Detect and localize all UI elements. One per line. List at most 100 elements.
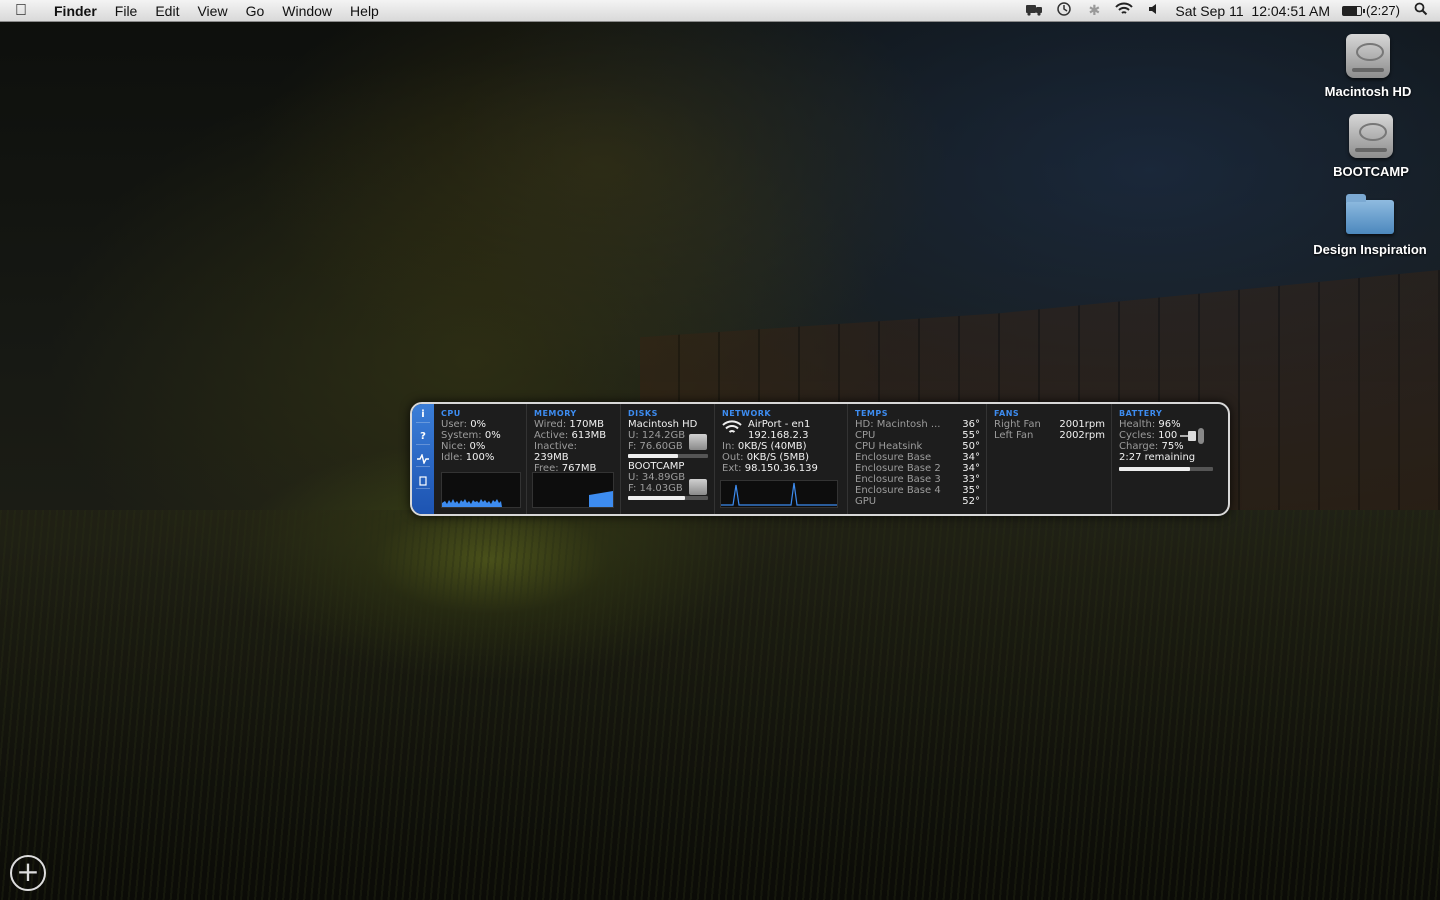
temp-row: Enclosure Base 34°: [855, 452, 980, 463]
temp-sensor: HD: Macintosh ...: [855, 419, 941, 430]
disk-usage-bar: [628, 496, 708, 500]
cpu-system-value: 0%: [484, 430, 501, 441]
temp-value: 35°: [962, 485, 980, 496]
temp-value: 36°: [962, 419, 980, 430]
battery-charge-bar: [1119, 467, 1213, 471]
temp-row: Enclosure Base 4 35°: [855, 485, 980, 496]
temp-sensor: Enclosure Base 2: [855, 463, 941, 474]
battery-cycles-label: Cycles:: [1119, 430, 1155, 441]
desktop-icon-label: Macintosh HD: [1324, 84, 1412, 99]
battery-health-value: 96%: [1158, 419, 1181, 430]
temp-value: 55°: [962, 430, 980, 441]
fan-name: Right Fan: [994, 419, 1041, 430]
help-icon[interactable]: ?: [416, 429, 430, 445]
apple-menu-icon[interactable]: : [0, 2, 42, 20]
wallpaper-grass: [0, 510, 1440, 900]
memory-wired-value: 170MB: [569, 419, 604, 430]
dashboard-add-widget-button[interactable]: +: [10, 855, 46, 891]
fan-name: Left Fan: [994, 430, 1034, 441]
wifi-icon[interactable]: [1115, 2, 1134, 19]
cpu-user-label: User:: [441, 419, 467, 430]
temp-sensor: GPU: [855, 496, 877, 507]
istat-temps-section: TEMPS HD: Macintosh ... 36° CPU 55° CPU He…: [848, 404, 987, 514]
battery-icon: [1342, 5, 1366, 16]
network-out-label: Out:: [722, 452, 744, 463]
power-plug-icon: [1180, 426, 1206, 449]
network-graph: [720, 480, 838, 508]
hard-drive-icon: [1346, 34, 1390, 78]
network-ip: 192.168.2.3: [748, 430, 809, 441]
bluetooth-icon[interactable]: ✱: [1085, 2, 1103, 19]
istat-widget[interactable]: i ? CPU User: 0% System: 0% Nice: 0% Idl…: [410, 402, 1230, 516]
cpu-user-value: 0%: [470, 419, 487, 430]
desktop-icon-design-inspiration[interactable]: Design Inspiration: [1305, 192, 1435, 257]
volume-icon[interactable]: [1145, 2, 1163, 19]
resize-icon[interactable]: [416, 473, 430, 489]
menu-help[interactable]: Help: [341, 0, 388, 22]
section-title: FANS: [994, 409, 1020, 418]
section-title: DISKS: [628, 409, 658, 418]
memory-inactive-value: 239MB: [534, 452, 569, 463]
istat-memory-section: MEMORY Wired: 170MB Active: 613MB Inacti…: [527, 404, 621, 514]
battery-time: (2:27): [1366, 3, 1400, 18]
temp-value: 33°: [962, 474, 980, 485]
disk-name: BOOTCAMP: [628, 461, 685, 472]
istat-fans-section: FANS Right Fan 2001rpm Left Fan 2002rpm: [987, 404, 1112, 514]
desktop-icon-label: BOOTCAMP: [1333, 164, 1409, 179]
menu-bar:  Finder File Edit View Go Window Help ✱…: [0, 0, 1440, 22]
cpu-graph: [441, 472, 521, 508]
time-machine-icon[interactable]: [1055, 1, 1073, 20]
istat-icon[interactable]: [1025, 2, 1043, 19]
network-in-label: In:: [722, 441, 735, 452]
cpu-nice-label: Nice:: [441, 441, 467, 452]
cpu-idle-value: 100%: [465, 452, 495, 463]
istat-cpu-section: CPU User: 0% System: 0% Nice: 0% Idle: 1…: [434, 404, 527, 514]
battery-cycles-value: 100: [1158, 430, 1178, 441]
info-icon[interactable]: i: [416, 407, 430, 423]
menu-file[interactable]: File: [106, 0, 147, 22]
istat-sidebar: i ?: [412, 404, 434, 514]
menu-clock[interactable]: Sat Sep 11 12:04:51 AM: [1175, 3, 1330, 19]
disk-name: Macintosh HD: [628, 419, 698, 430]
cpu-idle-label: Idle:: [441, 452, 463, 463]
desktop-icon-macintosh-hd[interactable]: Macintosh HD: [1303, 34, 1433, 99]
fan-speed: 2002rpm: [1059, 430, 1105, 441]
battery-charge-label: Charge:: [1119, 441, 1159, 452]
hard-drive-icon: [689, 479, 707, 495]
temp-row: Enclosure Base 3 33°: [855, 474, 980, 485]
temp-value: 50°: [962, 441, 980, 452]
network-interface: AirPort - en1: [748, 419, 811, 430]
menu-window[interactable]: Window: [273, 0, 341, 22]
temp-row: GPU 52°: [855, 496, 980, 507]
network-in-value: 0KB/S (40MB): [737, 441, 807, 452]
cpu-nice-value: 0%: [469, 441, 486, 452]
spotlight-search-icon[interactable]: [1412, 2, 1430, 19]
temp-sensor: Enclosure Base 4: [855, 485, 941, 496]
menu-go[interactable]: Go: [237, 0, 274, 22]
temp-row: Enclosure Base 2 34°: [855, 463, 980, 474]
pulse-icon[interactable]: [416, 451, 430, 467]
menu-view[interactable]: View: [188, 0, 236, 22]
network-ext-value: 98.150.36.139: [744, 463, 818, 474]
battery-status[interactable]: (2:27): [1342, 3, 1400, 18]
memory-active-value: 613MB: [571, 430, 607, 441]
temp-sensor: CPU Heatsink: [855, 441, 923, 452]
menu-edit[interactable]: Edit: [146, 0, 188, 22]
temp-row: CPU 55°: [855, 430, 980, 441]
fan-row: Right Fan 2001rpm: [994, 419, 1105, 430]
cpu-system-label: System:: [441, 430, 482, 441]
network-out-value: 0KB/S (5MB): [746, 452, 810, 463]
istat-disks-section: DISKS Macintosh HD U: 124.2GB F: 76.60GB…: [621, 404, 715, 514]
temp-row: HD: Macintosh ... 36°: [855, 419, 980, 430]
desktop-icon-bootcamp[interactable]: BOOTCAMP: [1306, 114, 1436, 179]
wifi-icon: [722, 419, 742, 441]
section-title: CPU: [441, 409, 461, 418]
memory-active-label: Active:: [534, 430, 569, 441]
section-title: MEMORY: [534, 409, 577, 418]
disk-usage-bar: [628, 454, 708, 458]
memory-wired-label: Wired:: [534, 419, 567, 430]
menu-app-name[interactable]: Finder: [42, 0, 106, 22]
istat-battery-section: BATTERY Health: 96% Cycles: 100 Charge: …: [1112, 404, 1228, 514]
battery-remaining: 2:27 remaining: [1119, 452, 1196, 463]
memory-graph: [532, 472, 614, 508]
